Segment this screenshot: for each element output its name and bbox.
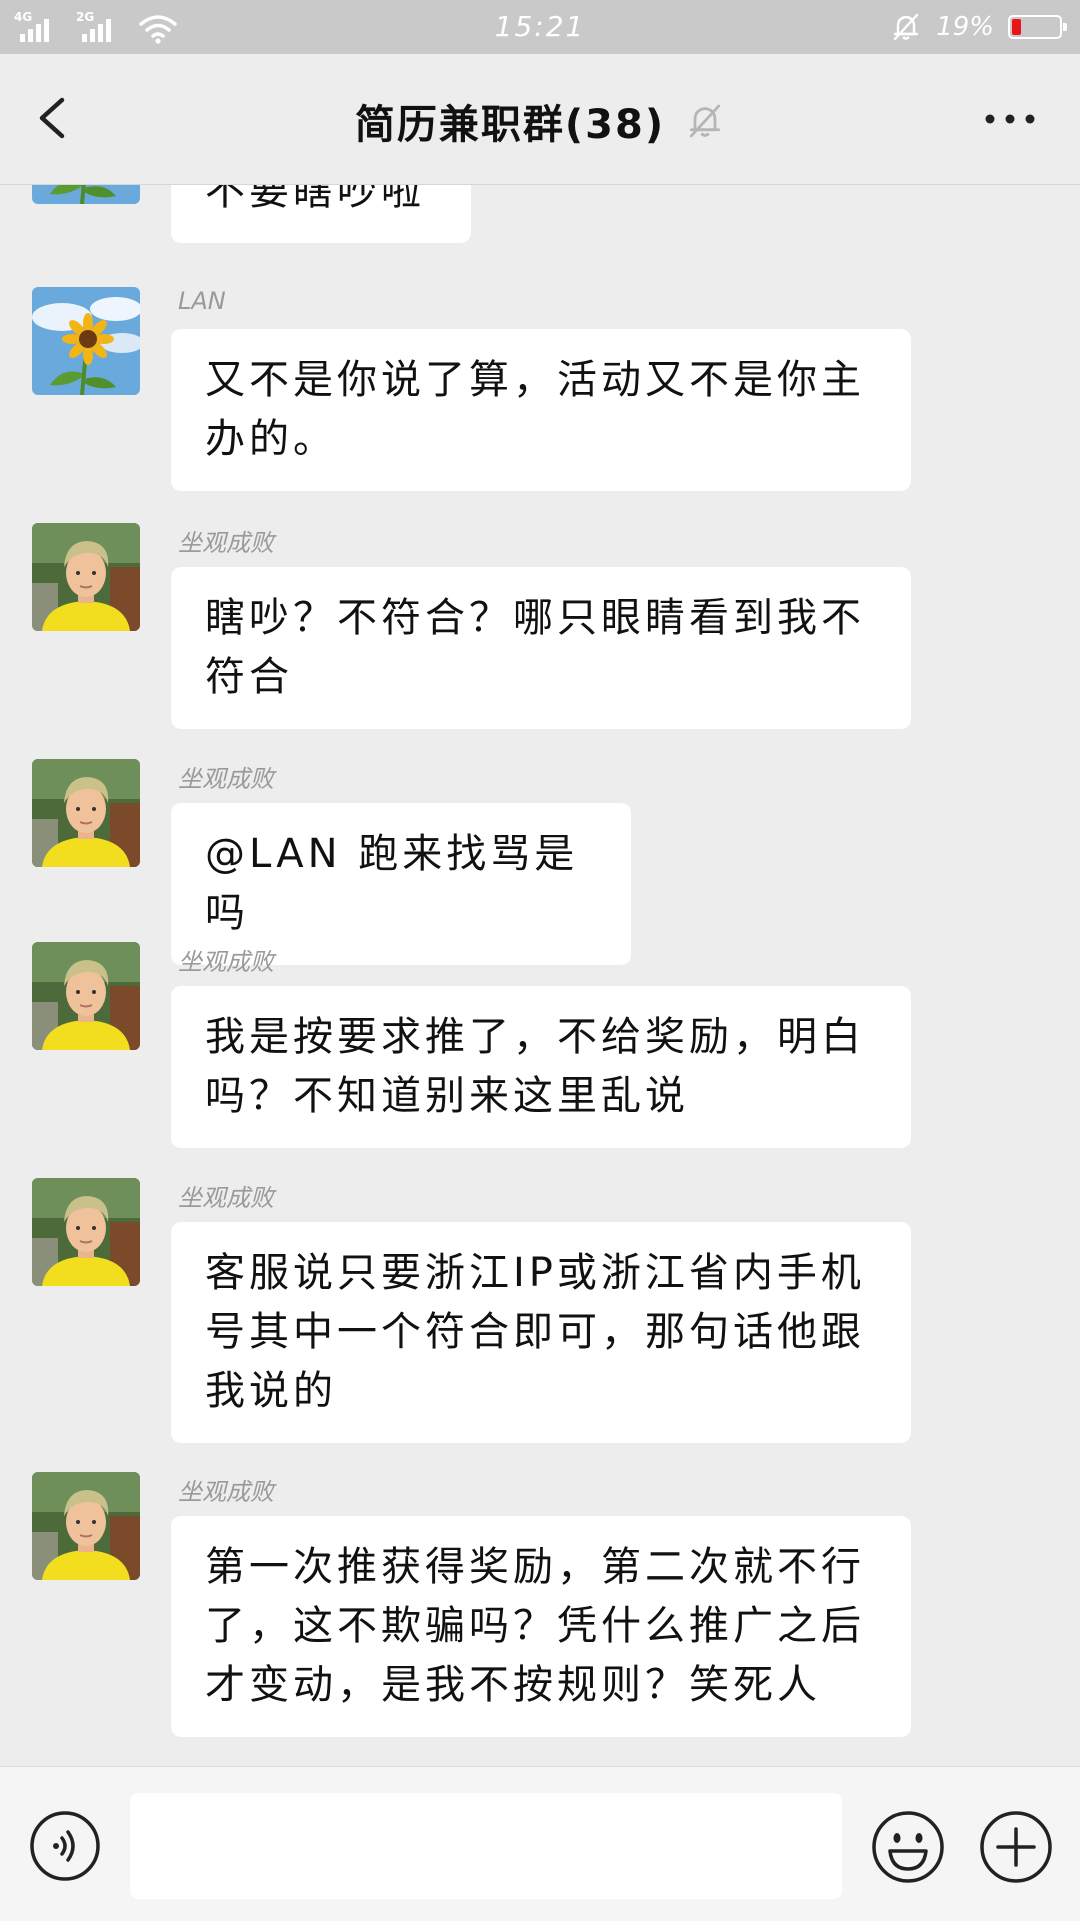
message-text: 我是按要求推了，不给奖励，明白吗？不知道别来这里乱说 <box>205 1014 865 1119</box>
avatar[interactable] <box>32 1178 140 1286</box>
battery-level <box>1012 19 1021 35</box>
message-bubble[interactable]: 不要瞎吵啦 <box>171 184 471 243</box>
more-dots-icon <box>985 114 1035 124</box>
avatar[interactable] <box>32 287 140 395</box>
sender-name: LAN <box>178 287 226 315</box>
avatar[interactable] <box>32 523 140 631</box>
message-text: @LAN 跑来找骂是吗 <box>205 831 579 936</box>
more-functions-button[interactable] <box>978 1809 1054 1885</box>
message-text: 瞎吵？不符合？哪只眼睛看到我不符合 <box>205 595 865 700</box>
voice-button[interactable] <box>28 1809 102 1883</box>
avatar[interactable] <box>32 1472 140 1580</box>
message-bubble[interactable]: 第一次推获得奖励，第二次就不行了，这不欺骗吗？凭什么推广之后才变动，是我不按规则… <box>171 1516 911 1737</box>
plus-icon <box>980 1811 1052 1883</box>
status-bar: 4G 2G 15:21 19% <box>0 0 1080 54</box>
bell-muted-icon <box>685 101 725 141</box>
message-text: 不要瞎吵啦 <box>205 184 425 214</box>
sender-name: 坐观成败 <box>178 1478 274 1506</box>
message-bubble[interactable]: 瞎吵？不符合？哪只眼睛看到我不符合 <box>171 567 911 729</box>
page-title: 简历兼职群(38) <box>354 102 666 148</box>
message-text: 客服说只要浙江IP或浙江省内手机号其中一个符合即可，那句话他跟我说的 <box>205 1250 865 1414</box>
message-list[interactable]: 不要瞎吵啦 LAN 又不是你说了算，活动又不是你主办的。 坐观成败 瞎吵？不符合… <box>0 184 1080 1766</box>
more-button[interactable] <box>980 94 1040 144</box>
title-group: 简历兼职群(38) <box>200 92 880 150</box>
message-text: 第一次推获得奖励，第二次就不行了，这不欺骗吗？凭什么推广之后才变动，是我不按规则… <box>205 1544 865 1708</box>
avatar[interactable] <box>32 942 140 1050</box>
message-input[interactable] <box>130 1793 842 1899</box>
avatar[interactable] <box>32 184 140 204</box>
message-bubble[interactable]: 客服说只要浙江IP或浙江省内手机号其中一个符合即可，那句话他跟我说的 <box>171 1222 911 1443</box>
avatar[interactable] <box>32 759 140 867</box>
sender-name: 坐观成败 <box>178 948 274 976</box>
chat-header: 简历兼职群(38) <box>0 54 1080 185</box>
sender-name: 坐观成败 <box>178 1184 274 1212</box>
status-bar-right: 19% <box>890 8 1067 46</box>
back-button[interactable] <box>22 86 86 150</box>
emoji-button[interactable] <box>870 1809 946 1885</box>
chevron-left-icon <box>39 97 65 139</box>
message-bubble[interactable]: 又不是你说了算，活动又不是你主办的。 <box>171 329 911 491</box>
message-bubble[interactable]: @LAN 跑来找骂是吗 <box>171 803 631 965</box>
sender-name: 坐观成败 <box>178 765 274 793</box>
message-text: 又不是你说了算，活动又不是你主办的。 <box>205 357 865 462</box>
message-bubble[interactable]: 我是按要求推了，不给奖励，明白吗？不知道别来这里乱说 <box>171 986 911 1148</box>
battery-percent: 19% <box>936 12 994 42</box>
bell-muted-icon <box>890 11 922 43</box>
voice-icon <box>30 1811 100 1881</box>
battery-icon <box>1008 15 1067 39</box>
sender-name: 坐观成败 <box>178 529 274 557</box>
input-bar <box>0 1766 1080 1921</box>
emoji-icon <box>872 1811 944 1883</box>
